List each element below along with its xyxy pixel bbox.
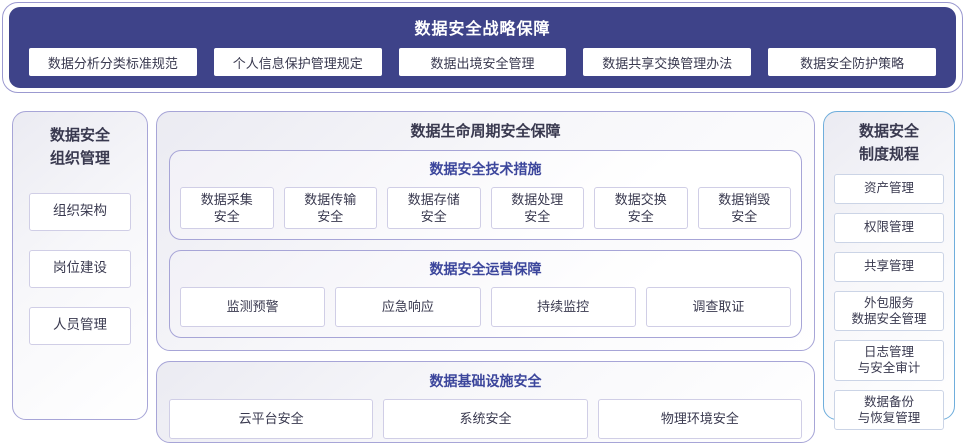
node-sharing-management: 共享管理 [834, 252, 944, 282]
strategy-banner: 数据安全战略保障 数据分析分类标准规范 个人信息保护管理规定 数据出境安全管理 … [9, 7, 956, 88]
node-system-security: 系统安全 [383, 399, 587, 439]
strategy-item-protection-policy: 数据安全防护策略 [768, 48, 936, 76]
node-physical-environment-security: 物理环境安全 [598, 399, 802, 439]
organization-management-items: 组织架构 岗位建设 人员管理 [29, 193, 131, 345]
strategy-item-cross-border-security: 数据出境安全管理 [399, 48, 567, 76]
framework-body: 数据安全 组织管理 组织架构 岗位建设 人员管理 数据生命周期安全保障 数据安全… [12, 111, 955, 420]
operations-assurance-title: 数据安全运营保障 [180, 259, 791, 279]
strategy-item-row: 数据分析分类标准规范 个人信息保护管理规定 数据出境安全管理 数据共享交换管理办… [29, 48, 936, 76]
node-monitoring-warning: 监测预警 [180, 287, 325, 327]
technical-measures-row: 数据采集 安全 数据传输 安全 数据存储 安全 数据处理 安全 数据交换 安全 … [180, 187, 791, 229]
institutional-rules-title: 数据安全 制度规程 [834, 120, 944, 167]
technical-measures-title: 数据安全技术措施 [180, 159, 791, 179]
organization-management-panel: 数据安全 组织管理 组织架构 岗位建设 人员管理 [12, 111, 148, 420]
node-org-structure: 组织架构 [29, 193, 131, 231]
infrastructure-security-row: 云平台安全 系统安全 物理环境安全 [169, 399, 802, 439]
strategy-title: 数据安全战略保障 [29, 15, 936, 39]
strategy-item-classification-standard: 数据分析分类标准规范 [29, 48, 197, 76]
strategy-banner-frame: 数据安全战略保障 数据分析分类标准规范 个人信息保护管理规定 数据出境安全管理 … [2, 2, 963, 93]
operations-assurance-row: 监测预警 应急响应 持续监控 调查取证 [180, 287, 791, 327]
node-asset-management: 资产管理 [834, 174, 944, 204]
node-post-construction: 岗位建设 [29, 250, 131, 288]
node-data-transmission-security: 数据传输 安全 [284, 187, 378, 229]
node-data-processing-security: 数据处理 安全 [491, 187, 585, 229]
strategy-item-personal-info-protection: 个人信息保护管理规定 [214, 48, 382, 76]
institutional-rules-panel: 数据安全 制度规程 资产管理 权限管理 共享管理 外包服务 数据安全管理 日志管… [823, 111, 955, 420]
institutional-rules-items: 资产管理 权限管理 共享管理 外包服务 数据安全管理 日志管理 与安全审计 数据… [834, 174, 944, 431]
node-continuous-monitoring: 持续监控 [491, 287, 636, 327]
infrastructure-security-panel: 数据基础设施安全 云平台安全 系统安全 物理环境安全 [156, 361, 815, 443]
node-log-management-audit: 日志管理 与安全审计 [834, 340, 944, 381]
operations-assurance-panel: 数据安全运营保障 监测预警 应急响应 持续监控 调查取证 [169, 250, 802, 338]
strategy-item-sharing-exchange: 数据共享交换管理办法 [583, 48, 751, 76]
node-data-collection-security: 数据采集 安全 [180, 187, 274, 229]
lifecycle-security-title: 数据生命周期安全保障 [169, 120, 802, 143]
node-cloud-platform-security: 云平台安全 [169, 399, 373, 439]
node-personnel-management: 人员管理 [29, 307, 131, 345]
node-data-destruction-security: 数据销毁 安全 [698, 187, 792, 229]
technical-measures-panel: 数据安全技术措施 数据采集 安全 数据传输 安全 数据存储 安全 数据处理 安全… [169, 150, 802, 240]
node-outsourcing-data-security: 外包服务 数据安全管理 [834, 291, 944, 332]
center-column: 数据生命周期安全保障 数据安全技术措施 数据采集 安全 数据传输 安全 数据存储… [156, 111, 815, 420]
node-data-exchange-security: 数据交换 安全 [594, 187, 688, 229]
node-permission-management: 权限管理 [834, 213, 944, 243]
node-emergency-response: 应急响应 [335, 287, 480, 327]
organization-management-title: 数据安全 组织管理 [29, 124, 131, 171]
node-investigation-forensics: 调查取证 [646, 287, 791, 327]
lifecycle-security-panel: 数据生命周期安全保障 数据安全技术措施 数据采集 安全 数据传输 安全 数据存储… [156, 111, 815, 351]
node-data-storage-security: 数据存储 安全 [387, 187, 481, 229]
infrastructure-security-title: 数据基础设施安全 [169, 371, 802, 391]
